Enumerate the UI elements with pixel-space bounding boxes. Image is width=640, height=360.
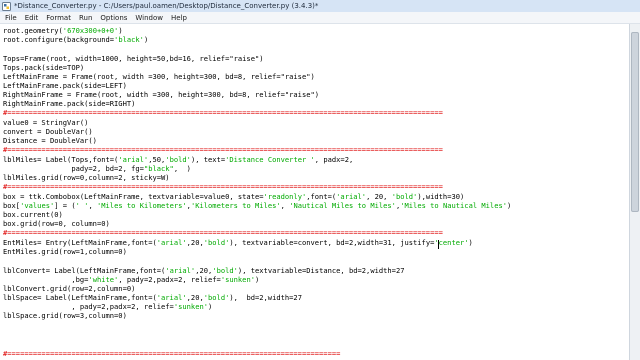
comment-separator: #=======================================… (3, 349, 341, 358)
code-line: box.current(0) (3, 210, 63, 219)
code-line: ,bg='white', pady=2,padx=2, relief='sunk… (3, 275, 260, 284)
code-line: LeftMainFrame.pack(side=LEFT) (3, 81, 127, 90)
code-line: RightMainFrame.pack(side=RIGHT) (3, 99, 136, 108)
menu-bar: File Edit Format Run Options Window Help (0, 12, 640, 24)
menu-edit[interactable]: Edit (25, 14, 39, 22)
code-line: box.grid(row=0, column=0) (3, 219, 110, 228)
code-line: box['values'] = (' ', 'Miles to Kilomete… (3, 201, 512, 210)
code-line: lblMiles.grid(row=0,column=2, sticky=W) (3, 173, 170, 182)
code-editor[interactable]: root.geometry('670x300+0+0') root.config… (0, 24, 629, 360)
comment-separator: #=======================================… (3, 182, 443, 191)
code-line: , pady=2,padx=2, relief='sunken') (3, 302, 213, 311)
code-line: EntMiles= Entry(LeftMainFrame,font=('ari… (3, 238, 473, 247)
code-line: Tops=Frame(root, width=1000, height=50,b… (3, 54, 264, 63)
comment-separator: #=======================================… (3, 228, 443, 237)
menu-file[interactable]: File (5, 14, 17, 22)
menu-window[interactable]: Window (135, 14, 163, 22)
code-line: RightMainFrame = Frame(root, width =300,… (3, 90, 320, 99)
code-line: LeftMainFrame = Frame(root, width =300, … (3, 72, 315, 81)
window-title: *Distance_Converter.py - C:/Users/paul.o… (14, 2, 319, 10)
menu-run[interactable]: Run (79, 14, 92, 22)
code-line: root.geometry('670x300+0+0') (3, 26, 123, 35)
code-line: pady=2, bd=2, fg="black", ) (3, 164, 191, 173)
code-line: convert = DoubleVar() (3, 127, 93, 136)
scrollbar-thumb[interactable] (631, 32, 639, 212)
python-idle-icon (2, 1, 11, 11)
code-line: box = ttk.Combobox(LeftMainFrame, textva… (3, 192, 465, 201)
code-line: lblConvert= Label(LeftMainFrame,font=('a… (3, 266, 405, 275)
code-line: root.configure(background='black') (3, 35, 149, 44)
menu-options[interactable]: Options (100, 14, 127, 22)
text-cursor (438, 240, 439, 249)
code-line: lblMiles= Label(Tops,font=('arial',50,'b… (3, 155, 354, 164)
code-line: lblConvert.grid(row=2,column=0) (3, 284, 136, 293)
code-line: Distance = DoubleVar() (3, 136, 97, 145)
menu-format[interactable]: Format (46, 14, 71, 22)
vertical-scrollbar[interactable] (629, 24, 640, 360)
code-line: lblSpace= Label(LeftMainFrame,font=('ari… (3, 293, 302, 302)
code-line: EntMiles.grid(row=1,column=0) (3, 247, 127, 256)
comment-separator: #=======================================… (3, 145, 443, 154)
code-line: lblSpace.grid(row=3,column=0) (3, 311, 127, 320)
code-line: value0 = StringVar() (3, 118, 89, 127)
menu-help[interactable]: Help (171, 14, 187, 22)
comment-separator: #=======================================… (3, 108, 443, 117)
code-line: Tops.pack(side=TOP) (3, 63, 85, 72)
